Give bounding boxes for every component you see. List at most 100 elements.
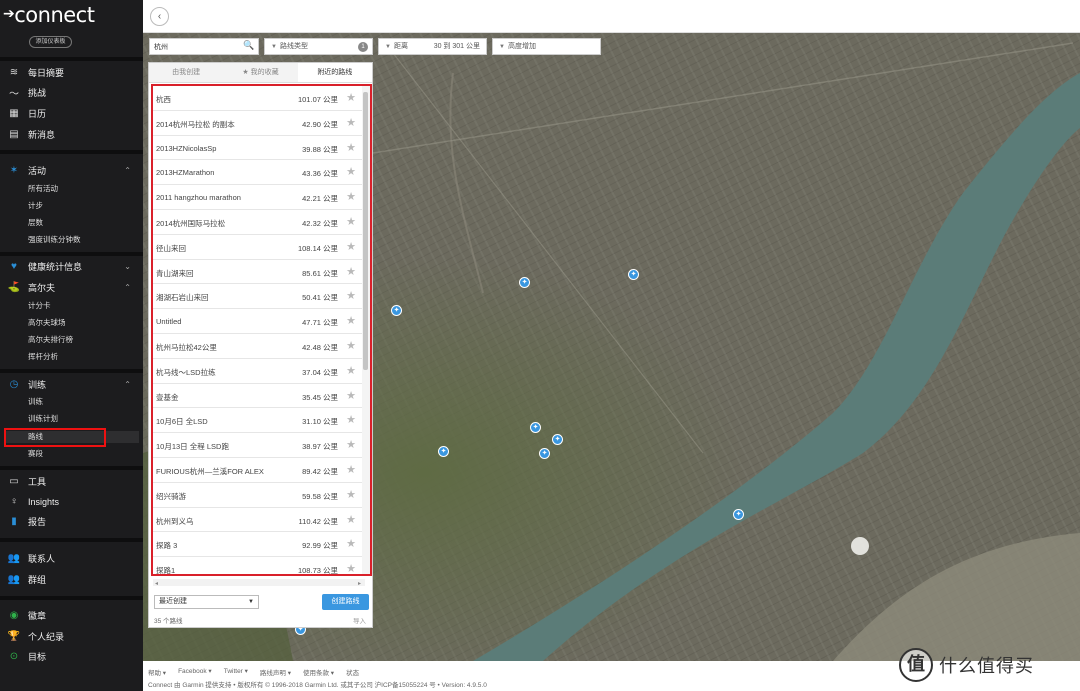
route-row[interactable]: 杭州马拉松42公里 42.48 公里 ★ <box>153 334 362 359</box>
favorite-star-icon[interactable]: ★ <box>346 91 356 104</box>
favorite-star-icon[interactable]: ★ <box>346 190 356 203</box>
route-marker[interactable]: ✦ <box>733 509 744 520</box>
sidebar-item-challenges[interactable]: 〜挑战 <box>0 84 143 101</box>
tab-created-by-me[interactable]: 由我创建 <box>149 63 223 82</box>
sidebar-section-activities[interactable]: ✶ 活动 ⌃ <box>0 162 143 179</box>
search-icon[interactable]: 🔍 <box>243 40 254 51</box>
favorite-star-icon[interactable]: ★ <box>346 364 356 377</box>
route-row[interactable]: 杭州到义乌 110.42 公里 ★ <box>153 508 362 533</box>
route-row[interactable]: 径山来回 108.14 公里 ★ <box>153 235 362 260</box>
route-row[interactable]: 2014杭州国际马拉松 42.32 公里 ★ <box>153 210 362 235</box>
sidebar-item-all-activities[interactable]: 所有活动 <box>28 183 58 195</box>
scrollbar-thumb[interactable] <box>363 92 368 370</box>
vertical-scrollbar[interactable] <box>362 86 370 574</box>
sidebar-item-swing-analysis[interactable]: 挥杆分析 <box>28 351 58 363</box>
favorite-star-icon[interactable]: ★ <box>346 314 356 327</box>
favorite-star-icon[interactable]: ★ <box>346 537 356 550</box>
add-dashboard-button[interactable]: 添加仪表板 <box>29 36 72 48</box>
sidebar-item-intensity-minutes[interactable]: 强度训练分钟数 <box>28 234 81 246</box>
sidebar-item-badges[interactable]: ◉ 徽章 <box>0 607 143 624</box>
elevation-filter[interactable]: ▼ 高度增加 <box>492 38 601 55</box>
route-row[interactable]: 探路 3 92.99 公里 ★ <box>153 532 362 558</box>
back-button[interactable]: ‹ <box>150 7 169 26</box>
sidebar-item-golf-leaderboard[interactable]: 高尔夫排行榜 <box>28 334 73 346</box>
route-row[interactable]: 2014杭州马拉松 的副本 42.90 公里 ★ <box>153 111 362 136</box>
dropdown-arrow-icon: ▼ <box>248 599 254 605</box>
route-row[interactable]: 湘湖石岩山来回 50.41 公里 ★ <box>153 284 362 310</box>
tab-favorites[interactable]: ★ 我的收藏 <box>223 63 297 82</box>
route-marker[interactable]: ✦ <box>539 448 550 459</box>
route-marker[interactable]: ✦ <box>391 305 402 316</box>
route-row[interactable]: 2013HZMarathon 43.36 公里 ★ <box>153 160 362 186</box>
route-row[interactable]: 10月13日 全程 LSD跑 38.97 公里 ★ <box>153 433 362 458</box>
sidebar-item-calendar[interactable]: ▦ 日历 <box>0 105 143 122</box>
sidebar-item-workouts[interactable]: 训练 <box>28 396 43 408</box>
route-row[interactable]: Untitled 47.71 公里 ★ <box>153 309 362 334</box>
sidebar-item-daily-summary[interactable]: ≋ 每日摘要 <box>0 64 143 81</box>
route-marker[interactable]: ✦ <box>438 446 449 457</box>
favorite-star-icon[interactable]: ★ <box>346 116 356 129</box>
favorite-star-icon[interactable]: ★ <box>346 513 356 526</box>
sidebar-item-golf-courses[interactable]: 高尔夫球场 <box>28 317 66 329</box>
favorite-star-icon[interactable]: ★ <box>346 215 356 228</box>
route-marker[interactable]: ✦ <box>628 269 639 280</box>
favorite-star-icon[interactable]: ★ <box>346 438 356 451</box>
route-marker[interactable]: ✦ <box>530 422 541 433</box>
sidebar-section-training[interactable]: ◷ 训练 ⌃ <box>0 376 143 393</box>
route-row[interactable]: 2011 hangzhou marathon 42.21 公里 ★ <box>153 185 362 210</box>
route-row[interactable]: 10月6日 全LSD 31.10 公里 ★ <box>153 408 362 434</box>
favorite-star-icon[interactable]: ★ <box>346 413 356 426</box>
sidebar-item-floors[interactable]: 层数 <box>28 217 43 229</box>
favorite-star-icon[interactable]: ★ <box>346 289 356 302</box>
groups-icon: 👥 <box>7 574 21 585</box>
sidebar-section-golf[interactable]: ⛳ 高尔夫 ⌃ <box>0 279 143 296</box>
sidebar-item-groups[interactable]: 👥 群组 <box>0 571 143 588</box>
sidebar-item-training-plans[interactable]: 训练计划 <box>28 413 58 425</box>
route-row[interactable]: 2013HZNicolasSp 39.88 公里 ★ <box>153 136 362 161</box>
route-row[interactable]: 探路1 108.73 公里 ★ <box>153 557 362 574</box>
sidebar-item-news[interactable]: ▤ 新消息 <box>0 126 143 143</box>
route-row[interactable]: 杭马线～LSD拉练 37.04 公里 ★ <box>153 359 362 384</box>
route-row[interactable]: 壹基金 35.45 公里 ★ <box>153 384 362 409</box>
create-route-button[interactable]: 创建路线 <box>322 594 369 610</box>
sidebar-item-steps[interactable]: 计步 <box>28 200 43 212</box>
sidebar-item-reports[interactable]: ▮ 报告 <box>0 513 143 530</box>
import-link[interactable]: 导入 <box>353 615 366 625</box>
sidebar-item-personal-records[interactable]: 🏆 个人纪录 <box>0 628 143 645</box>
favorite-star-icon[interactable]: ★ <box>346 463 356 476</box>
sidebar-section-health[interactable]: ♥ 健康统计信息 ⌄ <box>0 258 143 275</box>
footer-link-status[interactable]: 状态 <box>346 667 359 677</box>
route-marker[interactable]: ✦ <box>519 277 530 288</box>
route-row[interactable]: 杭西 101.07 公里 ★ <box>153 86 362 111</box>
route-row[interactable]: 青山湖来回 85.61 公里 ★ <box>153 260 362 285</box>
favorite-star-icon[interactable]: ★ <box>346 389 356 402</box>
sidebar-item-scorecards[interactable]: 计分卡 <box>28 300 51 312</box>
footer-link-terms[interactable]: 使用条款 ▾ <box>303 667 334 677</box>
route-type-filter[interactable]: ▼ 路线类型 1 <box>264 38 373 55</box>
favorite-star-icon[interactable]: ★ <box>346 339 356 352</box>
sidebar-item-insights[interactable]: ♀ Insights <box>0 493 143 510</box>
route-row[interactable]: 绍兴骑游 59.58 公里 ★ <box>153 483 362 508</box>
footer-link-facebook[interactable]: Facebook ▾ <box>178 667 212 677</box>
sidebar-item-segments[interactable]: 赛段 <box>28 448 43 460</box>
favorite-star-icon[interactable]: ★ <box>346 265 356 278</box>
footer-link-twitter[interactable]: Twitter ▾ <box>224 667 248 677</box>
sidebar-item-tools[interactable]: ▭ 工具 <box>0 473 143 490</box>
route-distance: 42.32 公里 <box>302 219 338 228</box>
favorite-star-icon[interactable]: ★ <box>346 141 356 154</box>
tab-nearby-routes[interactable]: 附近的路线 <box>297 63 372 82</box>
favorite-star-icon[interactable]: ★ <box>346 240 356 253</box>
distance-filter[interactable]: ▼ 距离 30 到 301 公里 <box>378 38 487 55</box>
horizontal-scrollbar[interactable]: ◂ ▸ <box>153 579 365 586</box>
route-marker[interactable]: ✦ <box>552 434 563 445</box>
favorite-star-icon[interactable]: ★ <box>346 562 356 574</box>
footer-link-help[interactable]: 帮助 ▾ <box>148 667 166 677</box>
sidebar-item-contacts[interactable]: 👥 联系人 <box>0 550 143 567</box>
sort-dropdown[interactable]: 最近创建 ▼ <box>154 595 259 609</box>
footer-link-route-statement[interactable]: 路线声明 ▾ <box>260 667 291 677</box>
favorite-star-icon[interactable]: ★ <box>346 165 356 178</box>
sidebar-item-goals[interactable]: ⊙ 目标 <box>0 648 143 665</box>
route-row[interactable]: FURIOUS杭州—兰溪FOR ALEX 89.42 公里 ★ <box>153 458 362 483</box>
connect-logo[interactable]: ➔connect <box>3 3 95 27</box>
favorite-star-icon[interactable]: ★ <box>346 488 356 501</box>
